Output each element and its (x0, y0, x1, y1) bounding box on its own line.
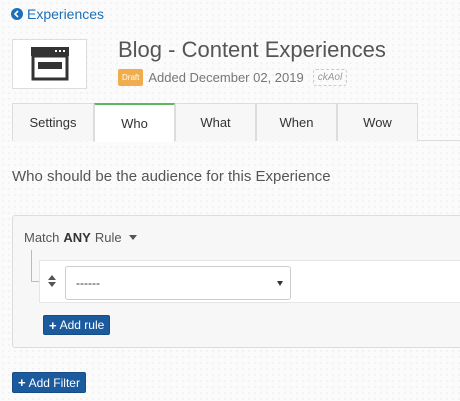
select-arrow-icon (277, 281, 283, 286)
experience-thumbnail (12, 39, 87, 89)
added-date: Added December 02, 2019 (148, 70, 304, 85)
status-badge: Draft (118, 69, 144, 86)
rule-group-panel: Match ANY Rule ------ + Add rule (12, 215, 460, 348)
tab-when[interactable]: When (256, 103, 337, 141)
experience-code[interactable]: ckAol (312, 69, 348, 86)
match-suffix: Rule (94, 230, 122, 245)
add-filter-label: Add Filter (28, 375, 80, 390)
audience-prompt: Who should be the audience for this Expe… (12, 168, 331, 185)
match-mode: ANY (63, 230, 91, 245)
rule-row: ------ (39, 260, 460, 303)
tab-label: What (200, 115, 231, 130)
plus-icon: + (18, 375, 26, 390)
browser-window-icon (30, 47, 69, 81)
caret-down-icon (128, 235, 137, 240)
rule-tree-connector (31, 250, 39, 282)
experience-meta: Draft Added December 02, 2019 ckAol (118, 69, 348, 86)
tab-label: Wow (363, 115, 392, 130)
add-filter-button[interactable]: + Add Filter (12, 372, 86, 393)
add-rule-label: Add rule (59, 318, 105, 332)
arrow-left-circle-icon (11, 8, 23, 20)
add-rule-button[interactable]: + Add rule (43, 315, 111, 335)
rule-type-select[interactable]: ------ (65, 266, 291, 300)
tab-label: When (279, 115, 314, 130)
tab-label: Settings (29, 115, 77, 130)
tab-wow[interactable]: Wow (337, 103, 418, 141)
rule-select-value: ------ (76, 276, 100, 290)
back-to-experiences-link[interactable]: Experiences (11, 6, 104, 22)
plus-icon: + (49, 317, 57, 333)
match-mode-dropdown[interactable]: Match ANY Rule (24, 230, 137, 245)
match-prefix: Match (24, 230, 60, 245)
tab-who[interactable]: Who (94, 103, 175, 142)
experience-tabs: Settings Who What When Wow (12, 103, 460, 142)
sort-handle-icon[interactable] (48, 275, 56, 287)
page-title: Blog - Content Experiences (118, 37, 386, 62)
back-link-label: Experiences (27, 6, 105, 22)
tab-settings[interactable]: Settings (12, 103, 94, 141)
tab-label: Who (121, 116, 148, 131)
tab-what[interactable]: What (175, 103, 256, 141)
